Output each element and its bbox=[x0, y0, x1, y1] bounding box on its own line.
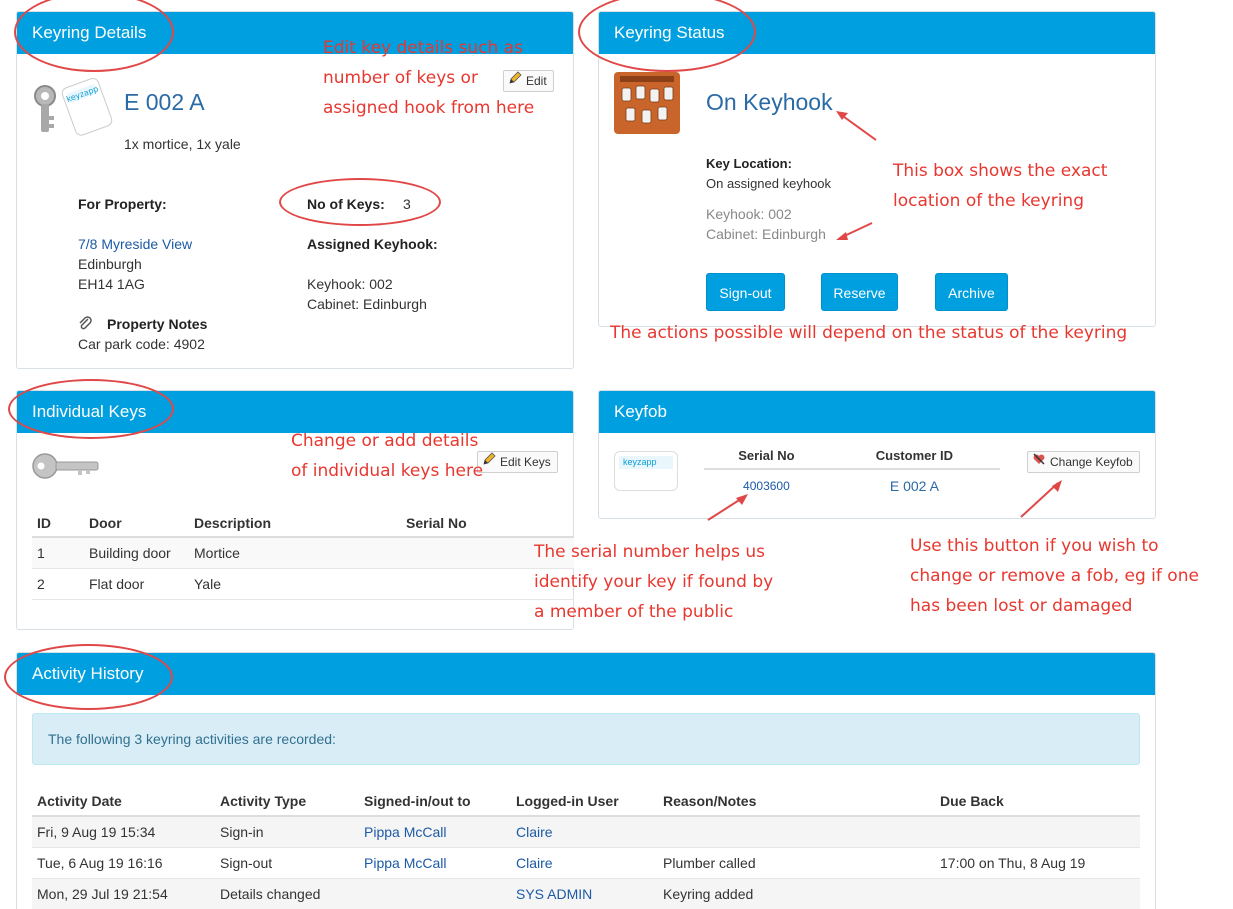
note-line: location of the keyring bbox=[893, 191, 1084, 211]
note-line: The serial number helps us bbox=[534, 542, 765, 562]
note-line: Change or add details bbox=[291, 431, 479, 451]
note-line: assigned hook from here bbox=[323, 98, 535, 118]
note-line: has been lost or damaged bbox=[910, 596, 1133, 616]
annotation-arrows bbox=[707, 111, 1062, 521]
note-line: Edit key details such as bbox=[323, 38, 523, 58]
note-line: change or remove a fob, eg if one bbox=[910, 566, 1199, 586]
note-change-fob: Use this button if you wish to change or… bbox=[910, 531, 1199, 621]
note-line: a member of the public bbox=[534, 602, 734, 622]
note-exact-location: This box shows the exact location of the… bbox=[893, 156, 1107, 216]
note-change-individual: Change or add details of individual keys… bbox=[291, 426, 483, 486]
note-line: of individual keys here bbox=[291, 461, 484, 481]
note-line: identify your key if found by bbox=[534, 572, 774, 592]
note-line: This box shows the exact bbox=[893, 161, 1108, 181]
note-actions-possible: The actions possible will depend on the … bbox=[610, 323, 1128, 343]
note-edit-key-details: Edit key details such as number of keys … bbox=[323, 33, 534, 123]
note-line: Use this button if you wish to bbox=[910, 536, 1159, 556]
note-line: number of keys or bbox=[323, 68, 478, 88]
note-serial-number: The serial number helps us identify your… bbox=[534, 537, 773, 627]
